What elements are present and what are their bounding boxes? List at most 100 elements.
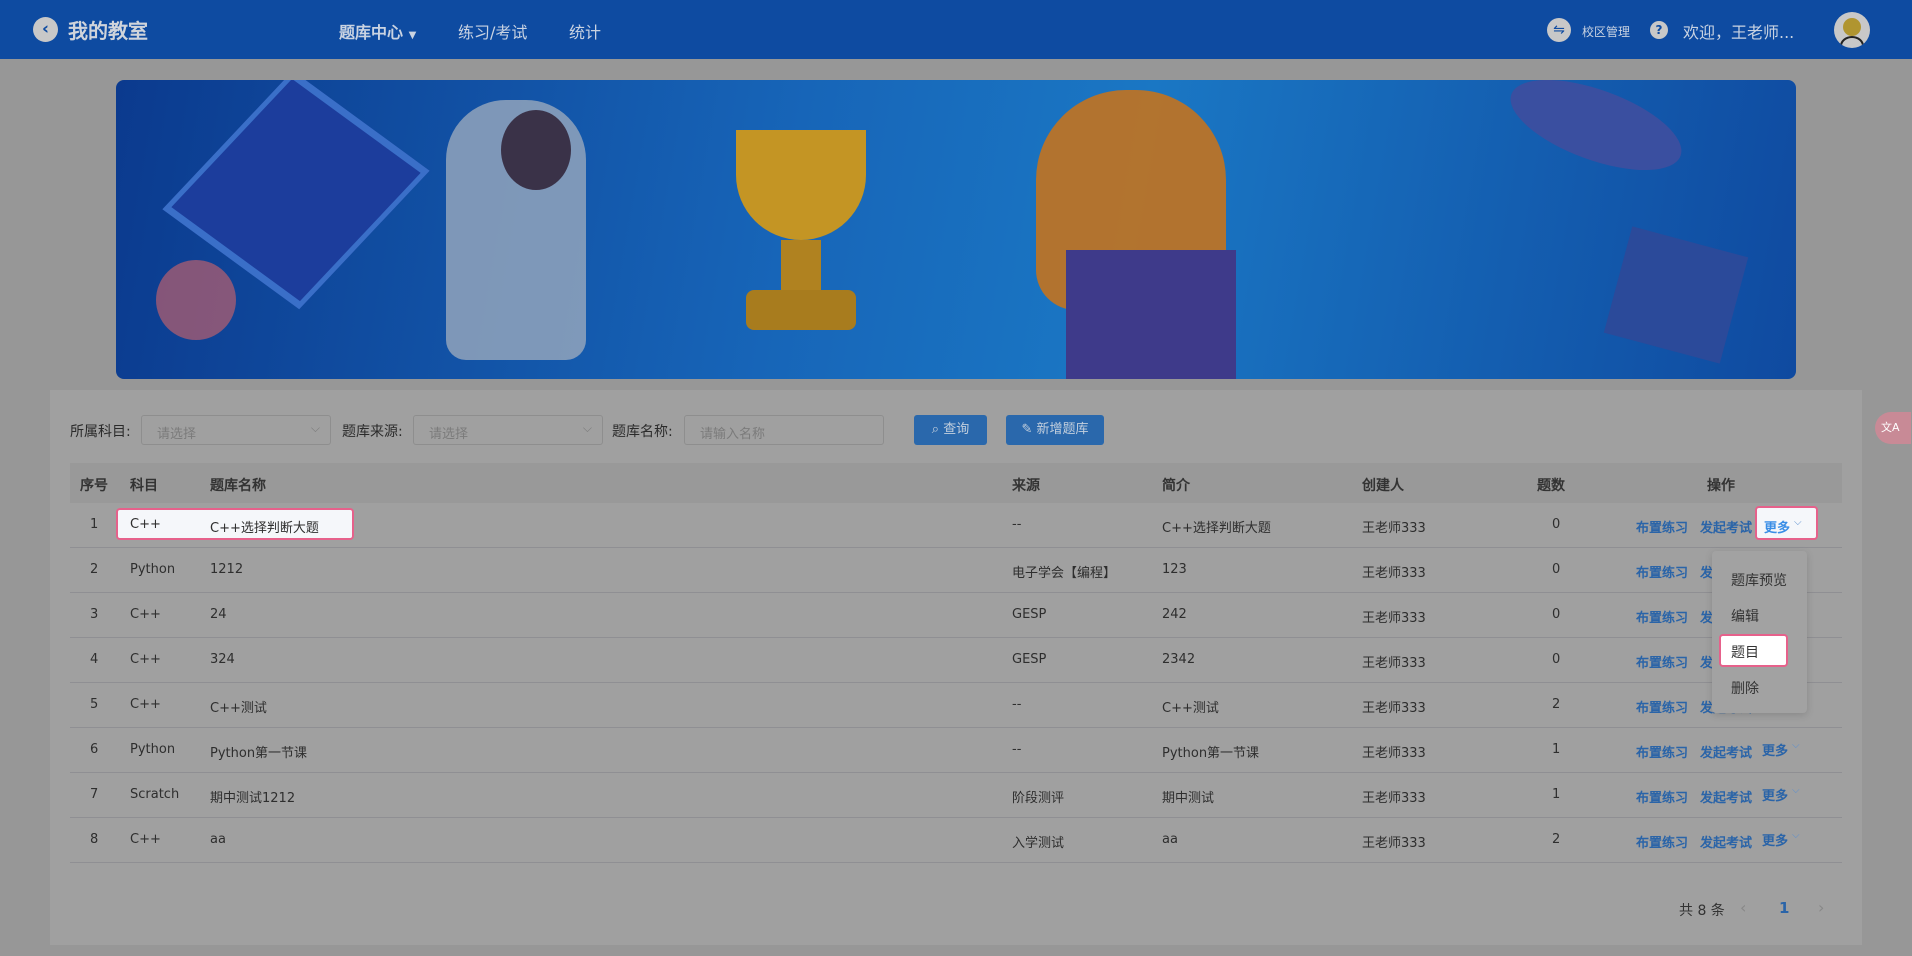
switch-icon[interactable]: ⇋ [1547,18,1571,42]
col-intro: 简介 [1162,478,1190,494]
cell-creator: 王老师333 [1362,701,1426,716]
name-input[interactable]: 请输入名称 [684,415,884,445]
more-label: 更多 [1762,834,1789,849]
cell-creator: 王老师333 [1362,791,1426,806]
menu-item-delete[interactable]: 删除 [1731,678,1759,698]
next-page-icon[interactable]: › [1818,898,1824,917]
assign-practice-link[interactable]: 布置练习 [1636,832,1688,851]
name-placeholder: 请输入名称 [700,427,766,442]
start-exam-link[interactable]: 发起考试 [1700,787,1752,806]
subject-placeholder: 请选择 [157,427,197,442]
campus-management-link[interactable]: 校区管理 [1582,23,1630,40]
nav-practice-exam[interactable]: 练习/考试 [458,19,527,43]
cell-subject: C++ [130,607,161,622]
cell-creator: 王老师333 [1362,611,1426,626]
cell-intro: aa [1162,832,1178,847]
col-name: 题库名称 [210,478,266,494]
cell-name: 24 [210,607,227,622]
caret-down-icon: ▼ [408,30,417,41]
cell-subject: C++ [130,697,161,712]
col-subject: 科目 [130,478,158,494]
more-dropdown-menu: 题库预览 编辑 题目 删除 [1712,551,1807,713]
more-button[interactable]: 更多⌵ [1755,731,1818,765]
cell-subject: C++ [130,517,161,532]
prev-page-icon[interactable]: ‹ [1740,898,1746,917]
cell-source: 入学测试 [1012,836,1065,851]
menu-item-edit[interactable]: 编辑 [1731,606,1759,626]
cell-source: -- [1012,742,1022,757]
cell-creator: 王老师333 [1362,836,1426,851]
assign-practice-link[interactable]: 布置练习 [1636,742,1688,761]
assign-practice-link[interactable]: 布置练习 [1636,517,1688,536]
cell-intro: C++选择判断大题 [1162,521,1271,536]
nav-question-bank[interactable]: 题库中心 ▼ [339,19,416,43]
assign-practice-link[interactable]: 布置练习 [1636,787,1688,806]
more-button[interactable]: 更多⌵ [1755,776,1818,810]
cell-subject: Scratch [130,787,180,802]
subject-label: 所属科目: [70,424,131,440]
more-label: 更多 [1762,744,1789,759]
table-row: 3C++24GESP242王老师3330布置练习发起考试更多⌵ [70,593,1842,638]
assign-practice-link[interactable]: 布置练习 [1636,562,1688,581]
cell-count: 2 [1552,697,1561,712]
source-select[interactable]: 请选择 ⌵ [413,415,603,445]
subject-select[interactable]: 请选择 ⌵ [141,415,331,445]
more-button[interactable]: 更多⌵ [1755,821,1818,855]
assign-practice-link[interactable]: 布置练习 [1636,607,1688,626]
chevron-down-icon: ⌵ [1792,785,1800,796]
search-icon: ⌕ [931,422,940,437]
cell-source: -- [1012,697,1022,712]
back-icon[interactable]: ‹ [33,17,58,42]
chevron-down-icon: ⌵ [310,421,320,435]
cell-source: GESP [1012,607,1047,622]
cell-intro: 123 [1162,562,1187,577]
cell-intro: 2342 [1162,652,1196,667]
cell-index: 3 [90,607,99,622]
cell-subject: Python [130,742,176,757]
table-row: 2Python1212电子学会【编程】123王老师3330布置练习发起考试更多⌵ [70,548,1842,593]
cell-count: 0 [1552,607,1561,622]
col-actions: 操作 [1707,478,1735,494]
cell-intro: 242 [1162,607,1187,622]
menu-item-preview[interactable]: 题库预览 [1731,570,1787,590]
chevron-down-icon: ⌵ [1792,830,1800,841]
avatar[interactable] [1834,12,1870,48]
help-icon[interactable]: ? [1650,21,1668,39]
cell-name: 1212 [210,562,244,577]
cell-source: 电子学会【编程】 [1012,566,1117,581]
more-label: 更多 [1762,789,1789,804]
table-header [70,463,1842,503]
start-exam-link[interactable]: 发起考试 [1700,832,1752,851]
table-row: 7 Scratch 期中测试1212 阶段测评 期中测试 王老师333 1 布置练习 发起考试更… [70,773,1842,818]
table-row: 8 C++ aa 入学测试 aa 王老师333 2 布置练习 发起考试 更多 ⌵ [70,818,1842,863]
query-button[interactable]: ⌕ 查询 [914,415,987,445]
source-placeholder: 请选择 [429,427,469,442]
cell-creator: 王老师333 [1362,656,1426,671]
nav-statistics[interactable]: 统计 [569,19,601,43]
chevron-down-icon: ⌵ [1792,740,1800,751]
assign-practice-link[interactable]: 布置练习 [1636,697,1688,716]
cell-name: C++选择判断大题 [210,521,319,536]
name-label: 题库名称: [612,424,673,440]
add-bank-button[interactable]: ✎ 新增题库 [1006,415,1104,445]
cell-count: 0 [1552,517,1561,532]
cell-creator: 王老师333 [1362,566,1426,581]
more-button[interactable]: 更多⌵ [1755,506,1818,540]
assign-practice-link[interactable]: 布置练习 [1636,652,1688,671]
cell-intro: Python第一节课 [1162,746,1260,761]
cell-count: 1 [1552,742,1561,757]
cell-source: GESP [1012,652,1047,667]
cell-name: aa [210,832,226,847]
table-row: 1 C++ C++选择判断大题 -- C++选择判断大题 王老师333 0 布置练习 发起考试更… [70,503,1842,548]
page-1[interactable]: 1 [1779,899,1789,917]
cell-source: 阶段测评 [1012,791,1065,806]
floating-translate-icon[interactable]: 文A [1875,412,1911,444]
cell-name: C++测试 [210,701,267,716]
menu-item-questions[interactable]: 题目 [1719,634,1788,667]
chevron-down-icon: ⌵ [1794,517,1802,528]
table-row: 4C++324GESP2342王老师3330布置练习发起考试更多⌵ [70,638,1842,683]
start-exam-link[interactable]: 发起考试 [1700,742,1752,761]
cell-count: 0 [1552,562,1561,577]
cell-count: 0 [1552,652,1561,667]
start-exam-link[interactable]: 发起考试 [1700,517,1752,536]
